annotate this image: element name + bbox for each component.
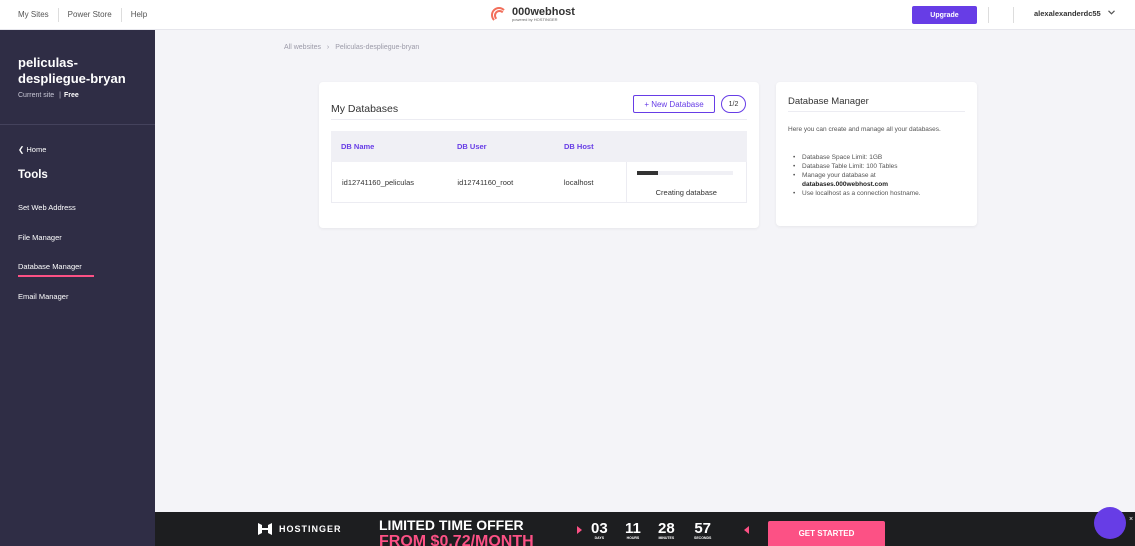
databases-card: My Databases + New Database 1/2 DB Name … (319, 82, 759, 228)
status-text: Creating database (655, 188, 717, 197)
top-nav: My Sites Power Store Help (0, 0, 156, 29)
column-header-db-host: DB Host (564, 142, 594, 151)
logo-name: 000webhost (512, 5, 575, 18)
logo[interactable]: 000webhost powered by HOSTINGER (489, 5, 575, 23)
table-row: id12741160_peliculas id12741160_root loc… (331, 162, 747, 203)
promo-banner: HOSTINGER LIMITED TIME OFFER FROM $0.72/… (155, 512, 1135, 546)
tools-title: Tools (18, 169, 48, 181)
breadcrumb: All websites › Peliculas-despliegue-brya… (284, 44, 419, 51)
nav-power-store[interactable]: Power Store (59, 7, 122, 22)
current-site-label: Current site (18, 92, 55, 99)
db-name-cell: id12741160_peliculas (342, 177, 415, 187)
sidebar-item-database-manager[interactable]: Database Manager (18, 262, 94, 277)
logo-tagline: powered by HOSTINGER (512, 16, 558, 22)
database-manager-info-card: Database Manager Here you can create and… (776, 82, 977, 226)
divider (788, 111, 965, 112)
list-item: Manage your database at databases.000web… (788, 171, 974, 189)
sidebar-item-email-manager[interactable]: Email Manager (18, 292, 68, 301)
divider (331, 119, 747, 120)
breadcrumb-separator: › (326, 44, 330, 51)
table-header: DB Name DB User DB Host (331, 131, 747, 162)
chat-bubble-icon[interactable] (1094, 507, 1126, 539)
sidebar-item-set-web-address[interactable]: Set Web Address (18, 203, 76, 212)
home-label: Home (26, 145, 47, 154)
brand-name: HOSTINGER (279, 524, 342, 534)
bell-icon[interactable] (988, 7, 1014, 23)
column-header-db-user: DB User (457, 142, 487, 151)
top-bar: My Sites Power Store Help 000webhost pow… (0, 0, 1135, 30)
info-title: Database Manager (788, 96, 869, 107)
site-status: Current site | Free (18, 92, 79, 99)
database-count-badge: 1/2 (721, 95, 746, 113)
chevron-left-icon: ❮ (18, 145, 25, 154)
creation-progress-bar (636, 171, 733, 175)
db-status-cell: Creating database (625, 162, 746, 202)
nav-my-sites[interactable]: My Sites (10, 7, 59, 22)
databases-table: DB Name DB User DB Host id12741160_pelic… (331, 131, 747, 203)
list-item: Use localhost as a connection hostname. (788, 189, 974, 198)
get-started-button[interactable]: GET STARTED (768, 521, 885, 546)
db-user-cell: id12741160_root (457, 177, 514, 187)
progress-fill (636, 171, 658, 175)
breadcrumb-root[interactable]: All websites (284, 44, 321, 51)
column-header-db-name: DB Name (341, 142, 375, 151)
offer-headline: LIMITED TIME OFFER (379, 517, 524, 533)
list-item: Database Table Limit: 100 Tables (788, 162, 974, 171)
nav-help[interactable]: Help (122, 8, 156, 22)
sidebar-item-file-manager[interactable]: File Manager (18, 233, 62, 242)
plan-badge: Free (63, 92, 79, 99)
close-icon[interactable]: × (1129, 516, 1133, 523)
list-item: Database Space Limit: 1GB (788, 153, 974, 162)
offer-price: FROM $0.72/MONTH (379, 533, 534, 546)
site-name: peliculas-despliegue-bryan (18, 55, 126, 86)
hostinger-logo: HOSTINGER (258, 523, 342, 535)
countdown-seconds: 57 SECONDS (694, 520, 712, 540)
sidebar-home-link[interactable]: ❮ Home (18, 145, 46, 154)
user-menu[interactable]: alexalexanderdc55 (1034, 9, 1115, 18)
manage-database-link[interactable]: databases.000webhost.com (802, 181, 888, 188)
new-database-button[interactable]: + New Database (633, 95, 715, 113)
column-header-status (626, 131, 747, 162)
list-item-text: Manage your database at (802, 172, 876, 179)
upgrade-button[interactable]: Upgrade (912, 6, 977, 24)
countdown-minutes: 28 MINUTES (658, 520, 675, 540)
logo-swirl-icon (489, 5, 509, 23)
username: alexalexanderdc55 (1034, 9, 1101, 18)
triangle-right-icon (577, 526, 582, 534)
chevron-down-icon (1107, 10, 1115, 17)
sidebar: peliculas-despliegue-bryan Current site … (0, 30, 155, 546)
hostinger-icon (258, 523, 272, 535)
triangle-left-icon (744, 526, 749, 534)
db-host-cell: localhost (563, 177, 594, 187)
countdown-days: 03 DAYS (591, 520, 608, 540)
info-description: Here you can create and manage all your … (788, 126, 941, 133)
databases-title: My Databases (331, 103, 399, 115)
countdown-hours: 11 HOURS (625, 520, 641, 540)
breadcrumb-current: Peliculas-despliegue-bryan (335, 44, 420, 51)
sidebar-divider (0, 124, 155, 125)
info-list: Database Space Limit: 1GB Database Table… (788, 153, 974, 198)
